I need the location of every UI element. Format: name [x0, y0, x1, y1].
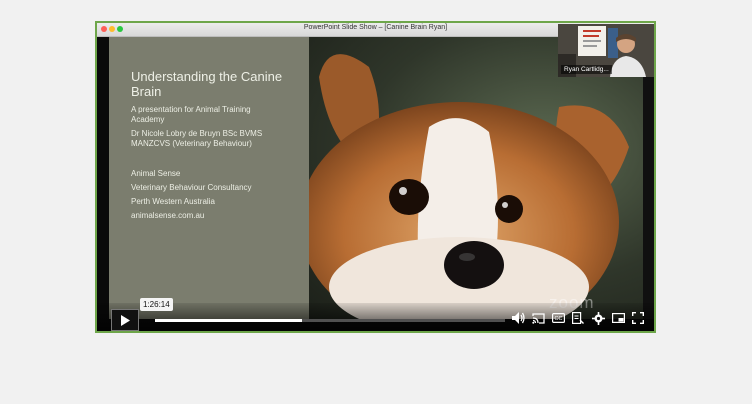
slide-title-line-2: Brain	[131, 84, 162, 99]
slide-org-line-2: Veterinary Behaviour Consultancy	[131, 183, 252, 192]
play-button[interactable]	[111, 309, 139, 331]
progress-fill	[155, 319, 302, 322]
svg-text:CC: CC	[554, 316, 562, 322]
fullscreen-button[interactable]	[631, 311, 645, 325]
captions-icon: CC	[551, 313, 565, 323]
slide-edge	[643, 37, 654, 319]
slide-author-line-1: Dr Nicole Lobry de Bruyn BSc BVMS	[131, 129, 263, 138]
transcript-icon	[572, 312, 584, 324]
slide-org-line-4: animalsense.com.au	[131, 211, 205, 220]
miniplayer-button[interactable]	[611, 311, 625, 325]
slide-org-line-1: Animal Sense	[131, 169, 181, 178]
volume-button[interactable]	[511, 311, 525, 325]
progress-bar[interactable]	[155, 319, 505, 322]
dog-illustration	[309, 54, 629, 319]
miniplayer-icon	[611, 313, 625, 323]
slide-title-line-1: Understanding the Canine	[131, 69, 283, 84]
slide-title: Understanding the Canine Brain	[131, 69, 301, 99]
slide-subtitle-line-2: Academy	[131, 115, 165, 124]
slide-org-line-3: Perth Western Australia	[131, 197, 215, 206]
transcript-button[interactable]	[571, 311, 585, 325]
cast-icon	[531, 312, 545, 324]
video-player[interactable]: PowerPoint Slide Show – [Canine Brain Ry…	[95, 21, 656, 333]
play-icon	[121, 314, 130, 326]
hover-time-tooltip: 1:26:14	[140, 298, 173, 311]
gear-icon	[591, 311, 605, 325]
settings-button[interactable]	[591, 311, 605, 325]
volume-icon	[511, 312, 525, 324]
captions-button[interactable]: CC	[551, 311, 565, 325]
fullscreen-icon	[632, 312, 644, 324]
cast-button[interactable]	[531, 311, 545, 325]
webcam-thumbnail[interactable]: Ryan Cartlidg...	[558, 24, 654, 77]
slide-author-line-2: MANZCVS (Veterinary Behaviour)	[131, 139, 252, 148]
participant-name: Ryan Cartlidg...	[561, 65, 612, 74]
slide-dog-photo	[309, 37, 643, 319]
slide-subtitle-line-1: A presentation for Animal Training	[131, 105, 251, 114]
slide-text-panel: Understanding the Canine Brain A present…	[109, 37, 309, 319]
